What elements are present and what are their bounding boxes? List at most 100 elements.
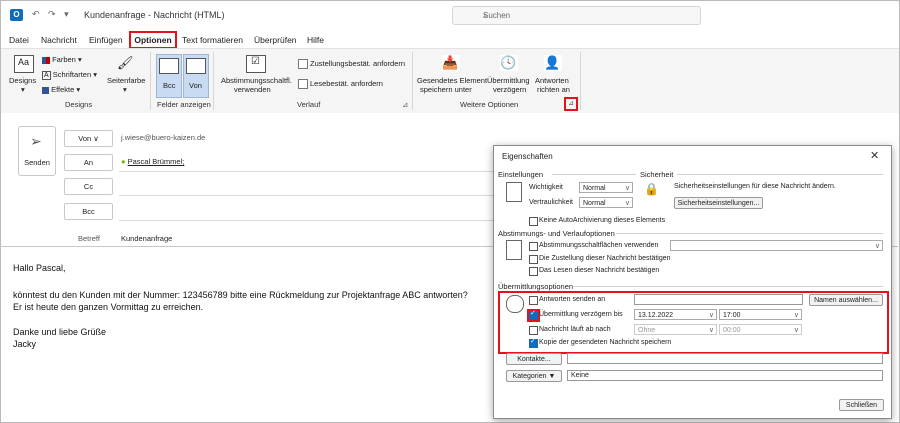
- seitenfarbe-chevron-icon: ▾: [123, 85, 127, 94]
- von-icon: [186, 58, 206, 74]
- send-icon: ➢: [30, 133, 42, 149]
- farben-button[interactable]: Farben ▾: [42, 55, 82, 64]
- quick-access-toolbar[interactable]: ↶ ↷ ▾: [32, 9, 72, 20]
- ablauf-checkbox[interactable]: [529, 326, 538, 335]
- antworten-richten-line2[interactable]: richten an: [537, 85, 570, 94]
- kontakte-field[interactable]: [567, 353, 883, 364]
- kontakte-button[interactable]: Kontakte...: [506, 353, 562, 365]
- von-label: Von: [189, 81, 202, 90]
- body-line-request[interactable]: könntest du den Kunden mit der Nummer: 1…: [13, 290, 468, 300]
- delivery-options-icon: [506, 295, 524, 313]
- schriftarten-button[interactable]: A Schriftarten ▾: [42, 70, 97, 80]
- search-box[interactable]: ⌕ Suchen: [452, 6, 701, 25]
- verzoegern-date-value: 13.12.2022: [638, 312, 674, 319]
- dialog-title: Eigenschaften: [502, 152, 553, 161]
- body-line-availability[interactable]: Er ist heute den ganzen Vormittag zu err…: [13, 302, 203, 312]
- menu-text-formatieren[interactable]: Text formatieren: [182, 35, 243, 45]
- menu-datei[interactable]: Datei: [9, 35, 29, 45]
- bcc-field-button[interactable]: Bcc: [64, 203, 113, 220]
- kopie-speichern-checkbox[interactable]: [529, 337, 538, 348]
- lese-checkbox[interactable]: [298, 79, 308, 89]
- verzoegern-checkbox[interactable]: [527, 309, 540, 322]
- autoarchiv-checkbox[interactable]: [529, 217, 538, 226]
- verlauf-launcher-icon[interactable]: ⊿: [402, 100, 408, 109]
- wichtigkeit-dropdown[interactable]: Normal ∨: [579, 182, 633, 193]
- bcc-field[interactable]: [119, 220, 493, 221]
- menu-ueberpruefen[interactable]: Überprüfen: [254, 35, 297, 45]
- group-label-felder: Felder anzeigen: [157, 100, 211, 109]
- designs-button[interactable]: Designs: [9, 76, 36, 85]
- schriftarten-label: Schriftarten: [52, 70, 92, 79]
- kategorien-field[interactable]: Keine: [567, 370, 883, 381]
- abstimmung-button[interactable]: Abstimmungsschaltfl.: [221, 76, 292, 85]
- designs-chevron-icon: ▾: [21, 85, 25, 94]
- close-icon[interactable]: ✕: [870, 149, 879, 162]
- bcc-label: Bcc: [163, 81, 176, 90]
- uebermittlung-verzoegern-button[interactable]: Übermittlung: [487, 76, 530, 85]
- sicherheitseinstellungen-button[interactable]: Sicherheitseinstellungen...: [674, 197, 763, 209]
- zustellung-bestaetigen-label: Die Zustellung dieser Nachricht bestätig…: [539, 255, 671, 262]
- outlook-app-icon: O: [10, 9, 23, 21]
- to-recipient[interactable]: Pascal Brümmel;: [128, 157, 185, 166]
- antworten-senden-checkbox[interactable]: [529, 296, 538, 305]
- chevron-down-icon: ∨: [793, 312, 799, 319]
- von-button[interactable]: Von: [183, 54, 209, 98]
- verzoegern-time-dropdown[interactable]: 17:00 ∨: [719, 309, 802, 320]
- cc-field[interactable]: [119, 195, 493, 196]
- section-line: [552, 174, 636, 175]
- ablauf-date-dropdown[interactable]: Ohne ∨: [634, 324, 717, 335]
- to-button[interactable]: An: [64, 154, 113, 171]
- effekte-label: Effekte: [51, 85, 75, 94]
- lesen-bestaetigen-checkbox[interactable]: [529, 267, 538, 276]
- cc-button[interactable]: Cc: [64, 178, 113, 195]
- sicherheit-text: Sicherheitseinstellungen für diese Nachr…: [674, 183, 836, 190]
- body-line-signature[interactable]: Jacky: [13, 339, 36, 349]
- designs-icon: Aa: [14, 55, 34, 73]
- presence-icon: ●: [121, 157, 126, 166]
- abstimmung-checkbox[interactable]: [529, 242, 538, 251]
- from-button[interactable]: Von ∨: [64, 130, 113, 147]
- antworten-senden-label: Antworten senden an: [539, 296, 606, 303]
- farben-label: Farben: [52, 55, 76, 64]
- bcc-icon: [159, 58, 179, 74]
- to-field[interactable]: ● Pascal Brümmel;: [121, 157, 184, 166]
- from-value: j.wiese@buero-kaizen.de: [121, 133, 206, 142]
- gesendetes-element-button-line2[interactable]: speichern unter: [420, 85, 472, 94]
- send-button[interactable]: ➢ Senden: [18, 126, 56, 176]
- body-line-closing[interactable]: Danke und liebe Grüße: [13, 327, 106, 337]
- kategorien-button[interactable]: Kategorien ▼: [506, 370, 562, 382]
- abstimmung-button-line2[interactable]: verwenden: [234, 85, 271, 94]
- settings-icon: [506, 182, 522, 202]
- delay-delivery-icon: 🕓: [500, 55, 518, 71]
- effekte-icon: [42, 86, 49, 94]
- namen-auswaehlen-button[interactable]: Namen auswählen...: [809, 294, 883, 306]
- schliessen-button[interactable]: Schließen: [839, 399, 884, 411]
- wichtigkeit-label: Wichtigkeit: [529, 184, 563, 191]
- uebermittlung-verzoegern-line2[interactable]: verzögern: [493, 85, 526, 94]
- chevron-down-icon: ∨: [874, 243, 880, 250]
- direct-replies-icon: 👤: [544, 55, 562, 71]
- zustellung-bestaetigen-checkbox[interactable]: [529, 255, 538, 264]
- antworten-richten-button[interactable]: Antworten: [535, 76, 569, 85]
- verzoegern-time-value: 17:00: [723, 312, 741, 319]
- menu-einfuegen[interactable]: Einfügen: [89, 35, 123, 45]
- seitenfarbe-button[interactable]: Seitenfarbe: [107, 76, 145, 85]
- menu-hilfe[interactable]: Hilfe: [307, 35, 324, 45]
- ablauf-time-dropdown[interactable]: 00:00 ∨: [719, 324, 802, 335]
- menu-nachricht[interactable]: Nachricht: [41, 35, 77, 45]
- antworten-senden-field[interactable]: [634, 294, 803, 305]
- subject-label: Betreff: [78, 234, 100, 243]
- verzoegern-date-dropdown[interactable]: 13.12.2022 ∨: [634, 309, 717, 320]
- subject-field[interactable]: Kundenanfrage: [121, 234, 172, 243]
- weitere-optionen-launcher-icon[interactable]: ⊿: [564, 97, 578, 111]
- vertraulichkeit-dropdown[interactable]: Normal ∨: [579, 197, 633, 208]
- zustellung-checkbox[interactable]: [298, 59, 308, 69]
- abstimmung-dropdown[interactable]: ∨: [670, 240, 883, 251]
- gesendetes-element-button[interactable]: Gesendetes Element: [417, 76, 487, 85]
- effekte-button[interactable]: Effekte ▾: [42, 85, 80, 94]
- section-line: [574, 286, 883, 287]
- bcc-button[interactable]: Bcc: [156, 54, 182, 98]
- menu-optionen[interactable]: Optionen: [129, 31, 177, 49]
- body-line-greeting[interactable]: Hallo Pascal,: [13, 263, 66, 273]
- group-label-verlauf: Verlauf: [297, 100, 321, 109]
